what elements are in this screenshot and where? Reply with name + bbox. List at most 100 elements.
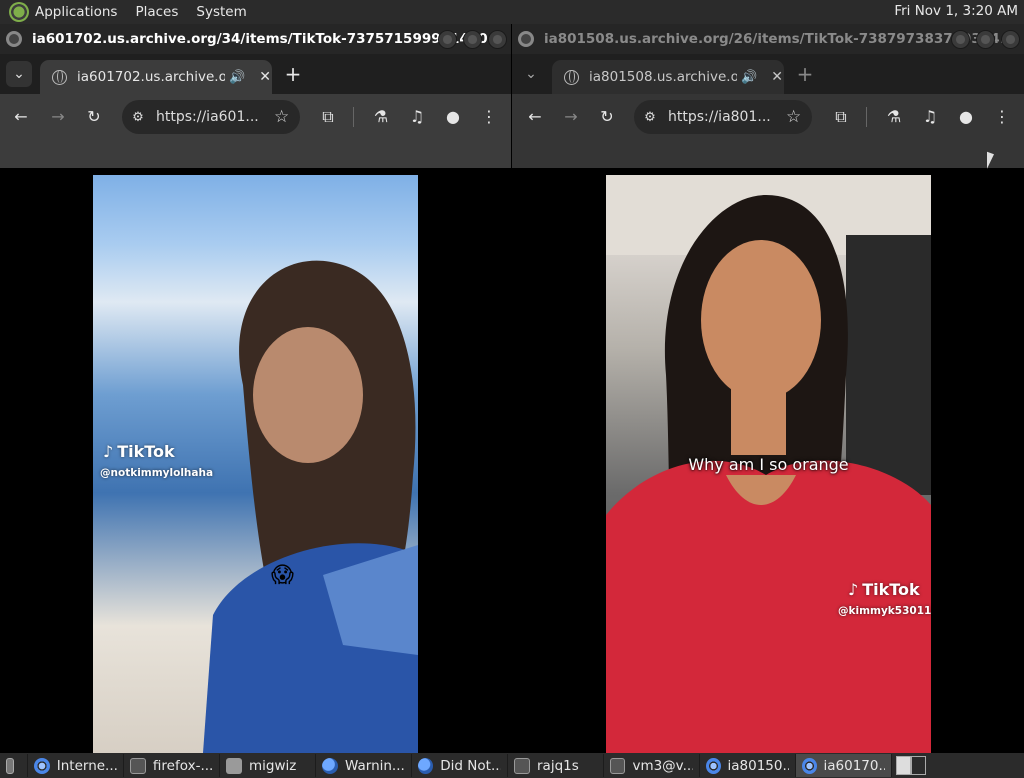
tiktok-logo: ♪ TikTok [848,580,920,599]
globe-icon [52,69,67,85]
workspace-switcher[interactable] [896,756,926,775]
taskbar-item[interactable]: Did Not... [412,754,508,777]
tab-active[interactable]: ia801508.us.archive.org/26 🔊 ✕ [552,60,784,94]
media-controls-icon[interactable]: ♫ [404,104,430,130]
bookmark-star-icon[interactable]: ☆ [274,107,289,127]
address-bar[interactable]: ⚙ https://ia601... ☆ [122,100,300,134]
taskbar-item-label: firefox-... [152,757,213,774]
speaker-icon[interactable]: 🔊 [229,70,245,85]
show-desktop-button[interactable] [0,754,28,777]
back-arrow-icon[interactable]: ← [522,104,548,130]
chrome-icon [34,757,50,774]
window-title: ia601702.us.archive.org/34/items/TikTok-… [32,31,503,47]
window-title: ia801508.us.archive.org/26/items/TikTok-… [544,31,1015,47]
kebab-menu-icon[interactable]: ⋮ [476,104,502,130]
taskbar-item-label: migwiz [249,757,297,774]
window-menu-icon[interactable] [518,31,534,47]
window-titlebar[interactable]: ia601702.us.archive.org/34/items/TikTok-… [0,24,511,54]
forward-arrow-icon[interactable]: → [45,104,71,130]
bookmark-star-icon[interactable]: ☆ [786,107,801,127]
bookmarks-area [512,140,1024,168]
tab-active[interactable]: ia601702.us.archive.org/34 🔊 ✕ [40,60,272,94]
workspace-2[interactable] [911,756,926,775]
reload-icon[interactable]: ↻ [594,104,620,130]
applications-menu[interactable]: Applications [35,4,117,20]
kebab-menu-icon[interactable]: ⋮ [989,104,1015,130]
bottom-taskbar: Interne... firefox-... migwiz Warnin... … [0,753,1024,778]
address-bar[interactable]: ⚙ https://ia801... ☆ [634,100,812,134]
mouse-pointer-icon [987,151,994,172]
browser-toolbar: ← → ↻ ⚙ https://ia601... ☆ ⧉ ⚗ ♫ ● ⋮ [0,94,511,140]
gnome-foot-icon[interactable] [9,2,29,22]
page-viewport: ♪ TikTok @notkimmylolhaha 😱 [0,168,511,753]
places-menu[interactable]: Places [135,4,178,20]
system-menu[interactable]: System [196,4,246,20]
minimize-button[interactable] [951,30,970,49]
labs-flask-icon[interactable]: ⚗ [881,104,907,130]
profile-avatar-icon[interactable]: ● [440,104,466,130]
video-caption: Why am I so orange [688,455,849,474]
taskbar-item[interactable]: Warnin... [316,754,412,777]
taskbar-item-label: Warnin... [345,757,405,774]
extensions-puzzle-icon[interactable]: ⧉ [828,104,854,130]
taskbar-item[interactable]: firefox-... [124,754,220,777]
maximize-button[interactable] [463,30,482,49]
right-browser-window: ia801508.us.archive.org/26/items/TikTok-… [512,24,1024,753]
terminal-icon [130,757,146,774]
taskbar-item-label: ia80150... [727,757,790,774]
tab-strip: ⌄ ia601702.us.archive.org/34 🔊 ✕ + [0,54,511,94]
taskbar-item[interactable]: Interne... [28,754,124,777]
bookmarks-area [0,140,511,168]
left-browser-window: ia601702.us.archive.org/34/items/TikTok-… [0,24,511,753]
back-arrow-icon[interactable]: ← [8,104,34,130]
tiktok-handle: @notkimmylolhaha [100,467,214,479]
workspace-1[interactable] [896,756,911,775]
tab-search-chevron-icon[interactable]: ⌄ [518,61,544,87]
close-window-button[interactable] [1001,30,1020,49]
globe-icon [564,69,579,85]
tab-label: ia801508.us.archive.org/26 [589,69,737,85]
tiktok-video[interactable]: ♪ TikTok @notkimmylolhaha 😱 [93,175,418,753]
taskbar-item[interactable]: rajq1s [508,754,604,777]
maximize-button[interactable] [976,30,995,49]
new-tab-button[interactable]: + [282,61,304,87]
taskbar-item-label: rajq1s [537,757,579,774]
tab-strip: ⌄ ia801508.us.archive.org/26 🔊 ✕ + [512,54,1024,94]
extensions-puzzle-icon[interactable]: ⧉ [315,104,341,130]
terminal-icon [514,757,530,774]
taskbar-item-active[interactable]: ia60170... [796,754,892,777]
top-panel: Applications Places System Fri Nov 1, 3:… [0,0,1024,24]
new-tab-button[interactable]: + [794,61,816,87]
minimize-button[interactable] [438,30,457,49]
reload-icon[interactable]: ↻ [81,104,107,130]
profile-avatar-icon[interactable]: ● [953,104,979,130]
forward-arrow-icon[interactable]: → [558,104,584,130]
labs-flask-icon[interactable]: ⚗ [368,104,394,130]
clock[interactable]: Fri Nov 1, 3:20 AM [894,3,1018,19]
close-window-button[interactable] [488,30,507,49]
page-viewport: Why am I so orange ♪ TikTok @kimmyk53011 [512,168,1024,753]
show-desktop-icon [6,757,14,774]
url-text[interactable]: https://ia601... [156,109,268,125]
taskbar-item-label: ia60170... [823,757,886,774]
site-info-icon[interactable]: ⚙ [130,110,146,125]
window-menu-icon[interactable] [6,31,22,47]
media-controls-icon[interactable]: ♫ [917,104,943,130]
close-tab-icon[interactable]: ✕ [259,69,271,85]
window-titlebar[interactable]: ia801508.us.archive.org/26/items/TikTok-… [512,24,1024,54]
tab-search-chevron-icon[interactable]: ⌄ [6,61,32,87]
firefox-icon [322,757,338,774]
firefox-icon [418,757,434,774]
taskbar-item[interactable]: vm3@v... [604,754,700,777]
site-info-icon[interactable]: ⚙ [642,110,658,125]
speaker-icon[interactable]: 🔊 [741,70,757,85]
tiktok-logo: ♪ TikTok [103,442,175,461]
taskbar-item[interactable]: migwiz [220,754,316,777]
tiktok-wordmark: TikTok [117,442,175,461]
close-tab-icon[interactable]: ✕ [771,69,783,85]
tiktok-handle: @kimmyk53011 [838,605,931,617]
url-text[interactable]: https://ia801... [668,109,780,125]
toolbar-divider [866,107,867,127]
taskbar-item[interactable]: ia80150... [700,754,796,777]
tiktok-video[interactable]: Why am I so orange ♪ TikTok @kimmyk53011 [606,175,931,753]
